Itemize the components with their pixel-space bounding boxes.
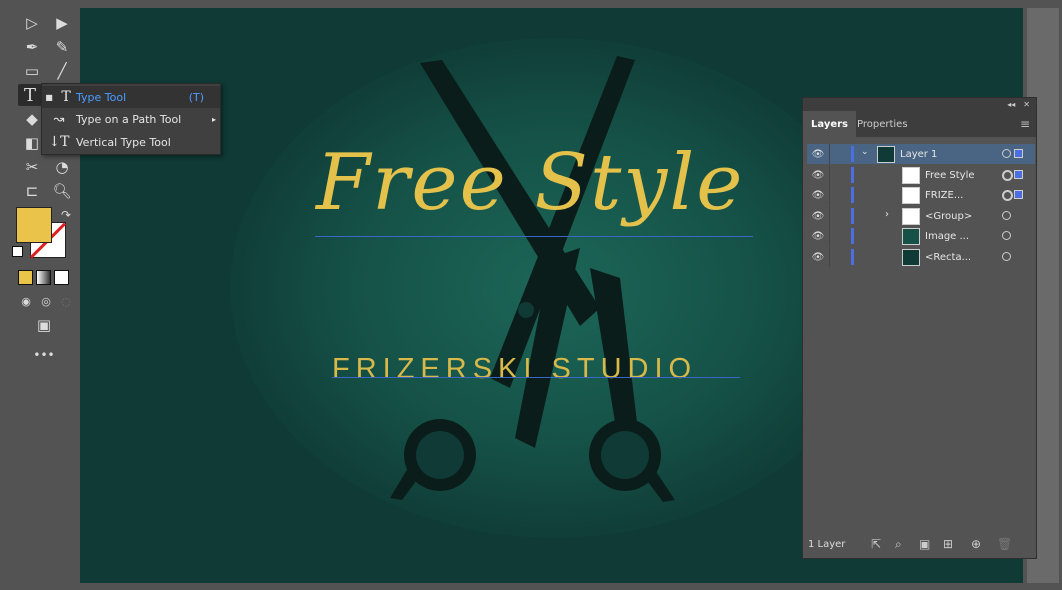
target-circle-icon[interactable] xyxy=(1002,190,1013,201)
layers-footer: 1 Layer ⇱ ⌕ ▣ ⊞ ⊕ 🗑︎ xyxy=(803,530,1036,558)
layer-name: <Recta... xyxy=(925,251,972,263)
gradient-mode-icon[interactable] xyxy=(36,270,51,285)
layer-color-bar xyxy=(851,228,854,244)
type-icon: T xyxy=(61,89,71,105)
expand-chevron-icon[interactable]: › xyxy=(885,209,889,220)
pen-tool-icon[interactable]: ✒ xyxy=(20,36,44,58)
panel-menu-icon[interactable]: ≡ xyxy=(1020,117,1030,131)
delete-layer-icon[interactable]: 🗑︎ xyxy=(997,537,1012,551)
target-circle-icon[interactable] xyxy=(1002,231,1011,240)
locate-object-icon[interactable]: ⌕ xyxy=(895,537,902,552)
app-window: ▷ ▶ ✒ ✎ ▭ ╱ T ◆ ◧ ▤ ✂ ◔ ⊏ 🔍︎ ↷ ◉ ◎ ◌ ▣ •… xyxy=(0,0,1062,590)
layer-name: FRIZE... xyxy=(925,189,964,201)
layer-name: Layer 1 xyxy=(900,148,938,160)
flyout-item-type-tool[interactable]: ■ T Type Tool (T) xyxy=(42,86,220,108)
layer-thumbnail xyxy=(902,208,920,225)
symbol-sprayer-icon[interactable]: ◔ xyxy=(50,156,74,178)
direct-selection-tool-icon[interactable]: ▶ xyxy=(50,12,74,34)
type-tool-icon[interactable]: T xyxy=(18,84,42,106)
tab-properties[interactable]: Properties xyxy=(849,111,916,137)
layers-panel: ◂◂ ✕ Layers Properties ≡ 👁︎ ⌄ Layer 1 👁︎… xyxy=(802,97,1037,559)
flyout-item-label: Vertical Type Tool xyxy=(76,135,171,149)
selection-indicator[interactable] xyxy=(1014,149,1023,158)
paintbrush-tool-icon[interactable]: ╱ xyxy=(50,60,74,82)
layer-name: Image ... xyxy=(925,230,970,242)
layer-name: <Group> xyxy=(925,210,973,222)
target-circle-icon[interactable] xyxy=(1002,211,1011,220)
layer-name: Free Style xyxy=(925,169,975,181)
layer-thumbnail xyxy=(902,187,920,204)
submenu-arrow-icon: ▸ xyxy=(211,114,216,124)
vertical-type-icon: ↓T xyxy=(48,134,70,150)
layer-thumbnail xyxy=(902,167,920,184)
color-mode-icon[interactable] xyxy=(18,270,33,285)
layer-row-layer1[interactable]: 👁︎ ⌄ Layer 1 xyxy=(807,144,1035,164)
layer-thumbnail xyxy=(902,249,920,266)
clipping-mask-icon[interactable]: ▣ xyxy=(919,537,930,551)
layer-color-bar xyxy=(851,146,854,162)
fill-swatch[interactable] xyxy=(16,207,52,243)
layer-color-bar xyxy=(851,167,854,183)
close-panel-icon[interactable]: ✕ xyxy=(1023,100,1030,109)
screen-mode-icon[interactable]: ▣ xyxy=(32,314,56,336)
layer-color-bar xyxy=(851,249,854,265)
export-icon[interactable]: ⇱ xyxy=(871,537,881,551)
artboard-tool-icon[interactable]: ⊏ xyxy=(20,180,44,202)
panel-titlebar: ◂◂ ✕ xyxy=(803,98,1036,111)
zoom-tool-icon[interactable]: 🔍︎ xyxy=(50,180,74,202)
target-circle-icon[interactable] xyxy=(1002,149,1011,158)
blend-tool-icon[interactable]: ✂ xyxy=(20,156,44,178)
layer-thumbnail xyxy=(902,228,920,245)
collapse-chevron-icon[interactable]: ⌄ xyxy=(861,147,869,157)
rectangle-tool-icon[interactable]: ▭ xyxy=(20,60,44,82)
shortcut-label: (T) xyxy=(188,90,204,104)
target-circle-icon[interactable] xyxy=(1002,252,1011,261)
none-mode-icon[interactable] xyxy=(54,270,69,285)
draw-inside-icon[interactable]: ◌ xyxy=(54,290,78,312)
curvature-tool-icon[interactable]: ✎ xyxy=(50,36,74,58)
selection-indicator[interactable] xyxy=(1014,170,1023,179)
layer-row-free-style[interactable]: 👁︎ Free Style xyxy=(807,165,1035,185)
default-colors-icon[interactable] xyxy=(12,246,23,257)
flyout-item-label: Type on a Path Tool xyxy=(76,112,182,126)
selection-indicator[interactable] xyxy=(1014,190,1023,199)
layer-row-image[interactable]: 👁︎ Image ... xyxy=(807,226,1035,246)
flyout-item-type-on-path[interactable]: ↝ Type on a Path Tool ▸ xyxy=(42,108,220,130)
brand-title-text[interactable]: Free Style xyxy=(316,138,744,228)
panel-tabs: Layers Properties ≡ xyxy=(803,111,1036,137)
visibility-eye-icon[interactable]: 👁︎ xyxy=(807,226,830,246)
brand-subtitle-text[interactable]: FRIZERSKI STUDIO xyxy=(332,353,697,386)
title-baseline xyxy=(315,236,753,237)
visibility-eye-icon[interactable]: 👁︎ xyxy=(807,165,830,185)
visibility-eye-icon[interactable]: 👁︎ xyxy=(807,247,830,267)
type-tools-flyout: ■ T Type Tool (T) ↝ Type on a Path Tool … xyxy=(41,83,221,155)
collapse-panel-icon[interactable]: ◂◂ xyxy=(1007,100,1015,109)
type-on-path-icon: ↝ xyxy=(53,111,65,127)
layer-row-group[interactable]: 👁︎ › <Group> xyxy=(807,206,1035,226)
visibility-eye-icon[interactable]: 👁︎ xyxy=(807,185,830,205)
selected-bullet-icon: ■ xyxy=(45,92,53,102)
target-circle-icon[interactable] xyxy=(1002,170,1013,181)
more-tools-icon[interactable]: ••• xyxy=(32,344,56,366)
subtitle-baseline xyxy=(332,377,740,378)
layer-row-frize[interactable]: 👁︎ FRIZE... xyxy=(807,185,1035,205)
new-layer-icon[interactable]: ⊕ xyxy=(971,537,981,551)
layer-thumbnail xyxy=(877,146,895,163)
layer-color-bar xyxy=(851,208,854,224)
flyout-item-vertical-type[interactable]: ↓T Vertical Type Tool xyxy=(42,131,220,153)
visibility-eye-icon[interactable]: 👁︎ xyxy=(807,206,830,226)
visibility-eye-icon[interactable]: 👁︎ xyxy=(807,144,830,164)
layer-row-rectangle[interactable]: 👁︎ <Recta... xyxy=(807,247,1035,267)
selection-tool-icon[interactable]: ▷ xyxy=(20,12,44,34)
layer-color-bar xyxy=(851,187,854,203)
flyout-item-label: Type Tool xyxy=(76,90,127,104)
new-sublayer-icon[interactable]: ⊞ xyxy=(943,537,953,551)
layer-count: 1 Layer xyxy=(808,538,846,550)
